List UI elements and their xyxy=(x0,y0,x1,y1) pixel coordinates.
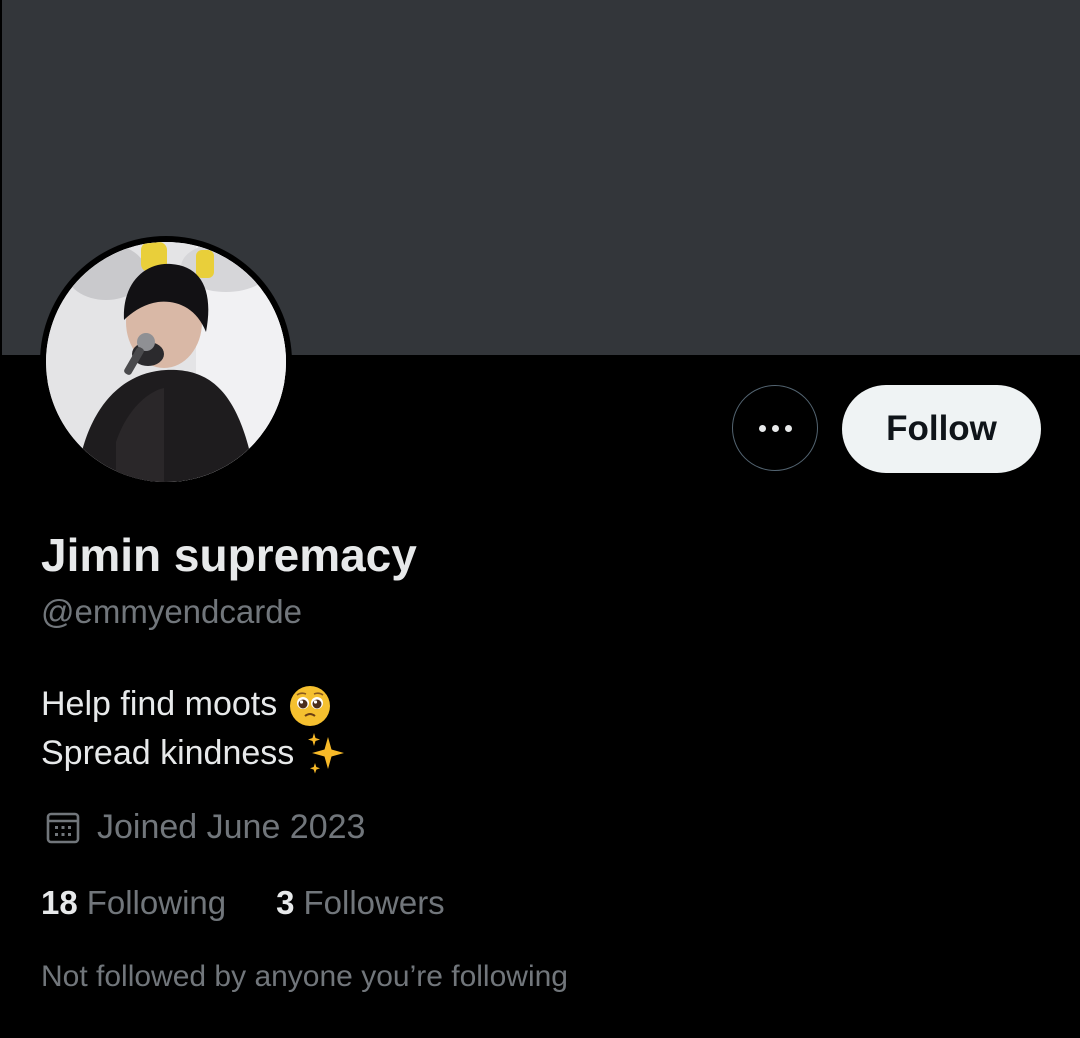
calendar-icon xyxy=(46,812,80,843)
following-label: Following xyxy=(86,884,227,921)
bio-line: Spread kindness xyxy=(41,729,350,778)
avatar-photo xyxy=(46,242,286,482)
bio-text: Spread kindness xyxy=(41,734,295,772)
follow-stats: 18 Following 3 Followers xyxy=(41,884,445,922)
follow-button[interactable]: Follow xyxy=(842,385,1041,473)
display-name: Jimin supremacy xyxy=(41,529,417,581)
more-dot xyxy=(771,424,779,432)
pleading-face-icon xyxy=(290,685,331,726)
more-options-button[interactable] xyxy=(732,385,818,471)
avatar[interactable] xyxy=(40,236,292,488)
sparkles-icon xyxy=(308,732,345,773)
followers-label: Followers xyxy=(303,884,445,921)
followers-link[interactable]: 3 Followers xyxy=(276,884,445,922)
followed-by-note: Not followed by anyone you’re following xyxy=(41,960,568,993)
bio-line: Help find moots xyxy=(41,680,350,729)
join-date: Joined June 2023 xyxy=(45,808,365,847)
bio-text: Help find moots xyxy=(41,685,278,723)
following-link[interactable]: 18 Following xyxy=(41,884,226,922)
followers-count: 3 xyxy=(276,884,295,921)
bio: Help find moots Spread kindness xyxy=(41,680,350,778)
following-count: 18 xyxy=(41,884,78,921)
join-date-text: Joined June 2023 xyxy=(97,808,366,846)
more-dot xyxy=(784,424,792,432)
more-horizontal-icon xyxy=(758,424,766,432)
user-handle: @emmyendcarde xyxy=(41,593,302,630)
